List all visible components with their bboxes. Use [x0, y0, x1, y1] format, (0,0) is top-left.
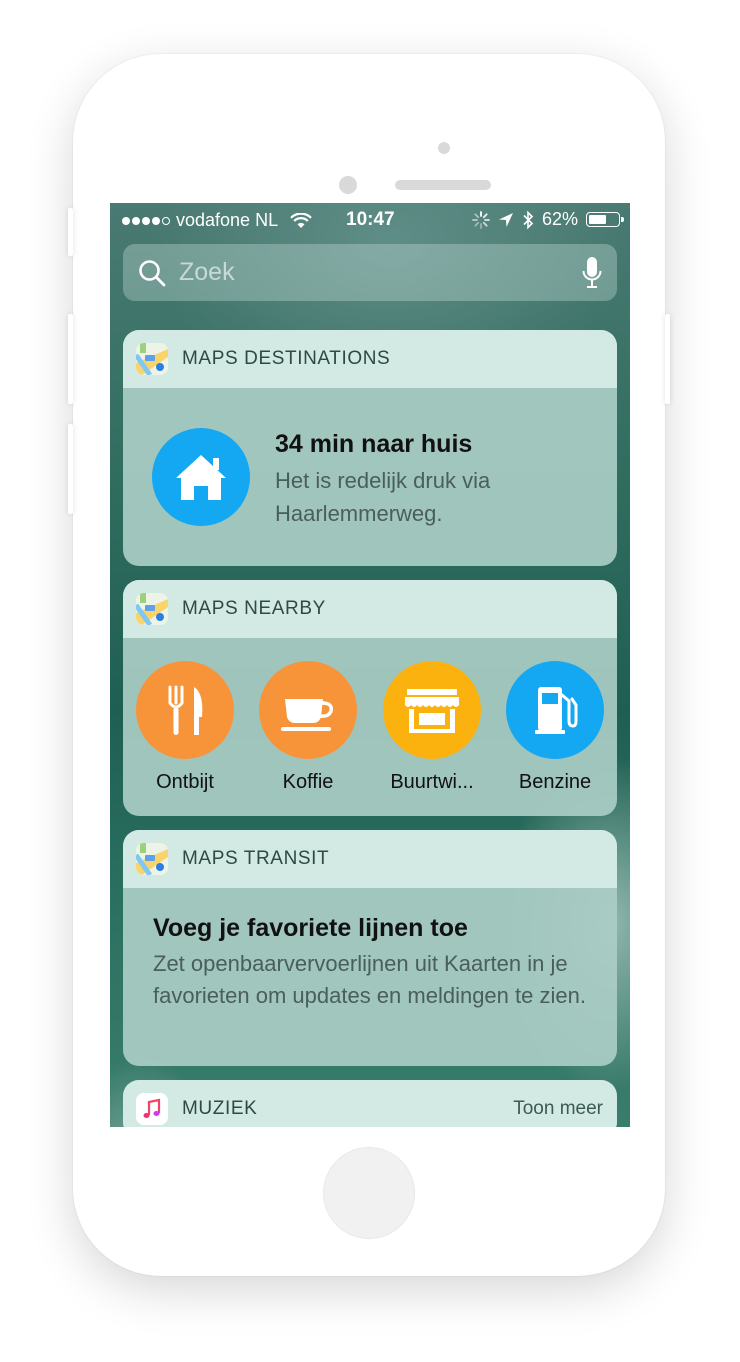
nearby-icon-circle[interactable]	[136, 661, 234, 759]
nearby-icon-circle[interactable]	[383, 661, 481, 759]
widget-header: MAPS DESTINATIONS	[123, 330, 617, 388]
nearby-item-koffie[interactable]: Koffie	[253, 661, 363, 794]
show-more-link[interactable]: Toon meer	[513, 1098, 603, 1120]
search-bar[interactable]: Zoek	[123, 244, 617, 301]
coffee-cup-icon	[281, 699, 334, 731]
fork-knife-icon	[168, 685, 203, 735]
battery-percentage: 62%	[541, 209, 578, 229]
maps-nearby-widget[interactable]: MAPS NEARBY Ontbijt Koffie Buurtwi... Be…	[123, 580, 617, 816]
status-bar: vodafone NL 10:47 62%	[110, 203, 630, 237]
transit-headline: Voeg je favoriete lijnen toe	[153, 914, 468, 942]
volume-up-button	[68, 314, 73, 404]
home-icon	[176, 455, 226, 500]
home-destination-button[interactable]	[152, 428, 250, 526]
volume-down-button	[68, 424, 73, 514]
wifi-icon	[290, 212, 312, 228]
nearby-icon-circle[interactable]	[259, 661, 357, 759]
music-widget[interactable]: MUZIEK Toon meer	[123, 1080, 617, 1127]
earpiece-speaker	[395, 180, 491, 190]
clock: 10:47	[346, 209, 395, 230]
widget-header: MAPS TRANSIT	[123, 830, 617, 888]
location-arrow-icon	[498, 212, 513, 227]
transit-card[interactable]: Voeg je favoriete lijnen toe Zet openbaa…	[123, 888, 617, 1066]
widget-title: MUZIEK	[182, 1098, 258, 1119]
battery-icon	[586, 212, 624, 227]
nearby-label: Buurtwi...	[390, 771, 474, 793]
home-button[interactable]	[323, 1147, 415, 1239]
microphone-icon[interactable]	[581, 256, 603, 290]
nearby-item-benzine[interactable]: Benzine	[500, 661, 610, 794]
nearby-label: Benzine	[518, 771, 592, 793]
nearby-icon-circle[interactable]	[506, 661, 604, 759]
nearby-label: Ontbijt	[156, 771, 214, 793]
transit-description: Zet openbaarvervoerlijnen uit Kaarten in…	[153, 951, 586, 1008]
widget-header: MUZIEK Toon meer	[123, 1080, 617, 1127]
nearby-categories: Ontbijt Koffie Buurtwi... Benzine	[123, 638, 617, 816]
maps-app-icon	[136, 343, 168, 375]
search-icon	[139, 259, 166, 286]
nearby-item-ontbijt[interactable]: Ontbijt	[130, 661, 240, 794]
widget-header: MAPS NEARBY	[123, 580, 617, 638]
power-button	[665, 314, 670, 404]
front-camera	[339, 176, 357, 194]
nearby-label: Koffie	[282, 771, 334, 793]
carrier-name: vodafone NL	[176, 210, 279, 230]
fuel-pump-icon	[535, 687, 578, 734]
widget-title: MAPS TRANSIT	[182, 848, 330, 869]
widget-title: MAPS DESTINATIONS	[182, 348, 391, 369]
widget-title: MAPS NEARBY	[182, 598, 326, 619]
destination-card[interactable]: 34 min naar huis Het is redelijk druk vi…	[123, 388, 617, 566]
maps-app-icon	[136, 843, 168, 875]
maps-transit-widget[interactable]: MAPS TRANSIT Voeg je favoriete lijnen to…	[123, 830, 617, 1066]
signal-strength-icon	[122, 216, 170, 225]
front-sensor	[438, 142, 450, 154]
music-app-icon	[136, 1093, 168, 1125]
today-view-screen: vodafone NL 10:47 62% Zoek MAPS DESTINAT…	[110, 203, 630, 1127]
nearby-item-buurtwinkel[interactable]: Buurtwi...	[377, 661, 487, 794]
maps-app-icon	[136, 593, 168, 625]
maps-destinations-widget[interactable]: MAPS DESTINATIONS 34 min naar huis Het i…	[123, 330, 617, 566]
search-input[interactable]: Zoek	[179, 258, 235, 287]
traffic-description: Het is redelijk druk via Haarlemmerweg.	[275, 468, 491, 526]
activity-spinner-icon	[472, 210, 490, 229]
store-icon	[405, 689, 459, 733]
travel-time-headline: 34 min naar huis	[275, 430, 473, 458]
bluetooth-icon	[523, 210, 534, 229]
mute-switch	[68, 208, 73, 256]
